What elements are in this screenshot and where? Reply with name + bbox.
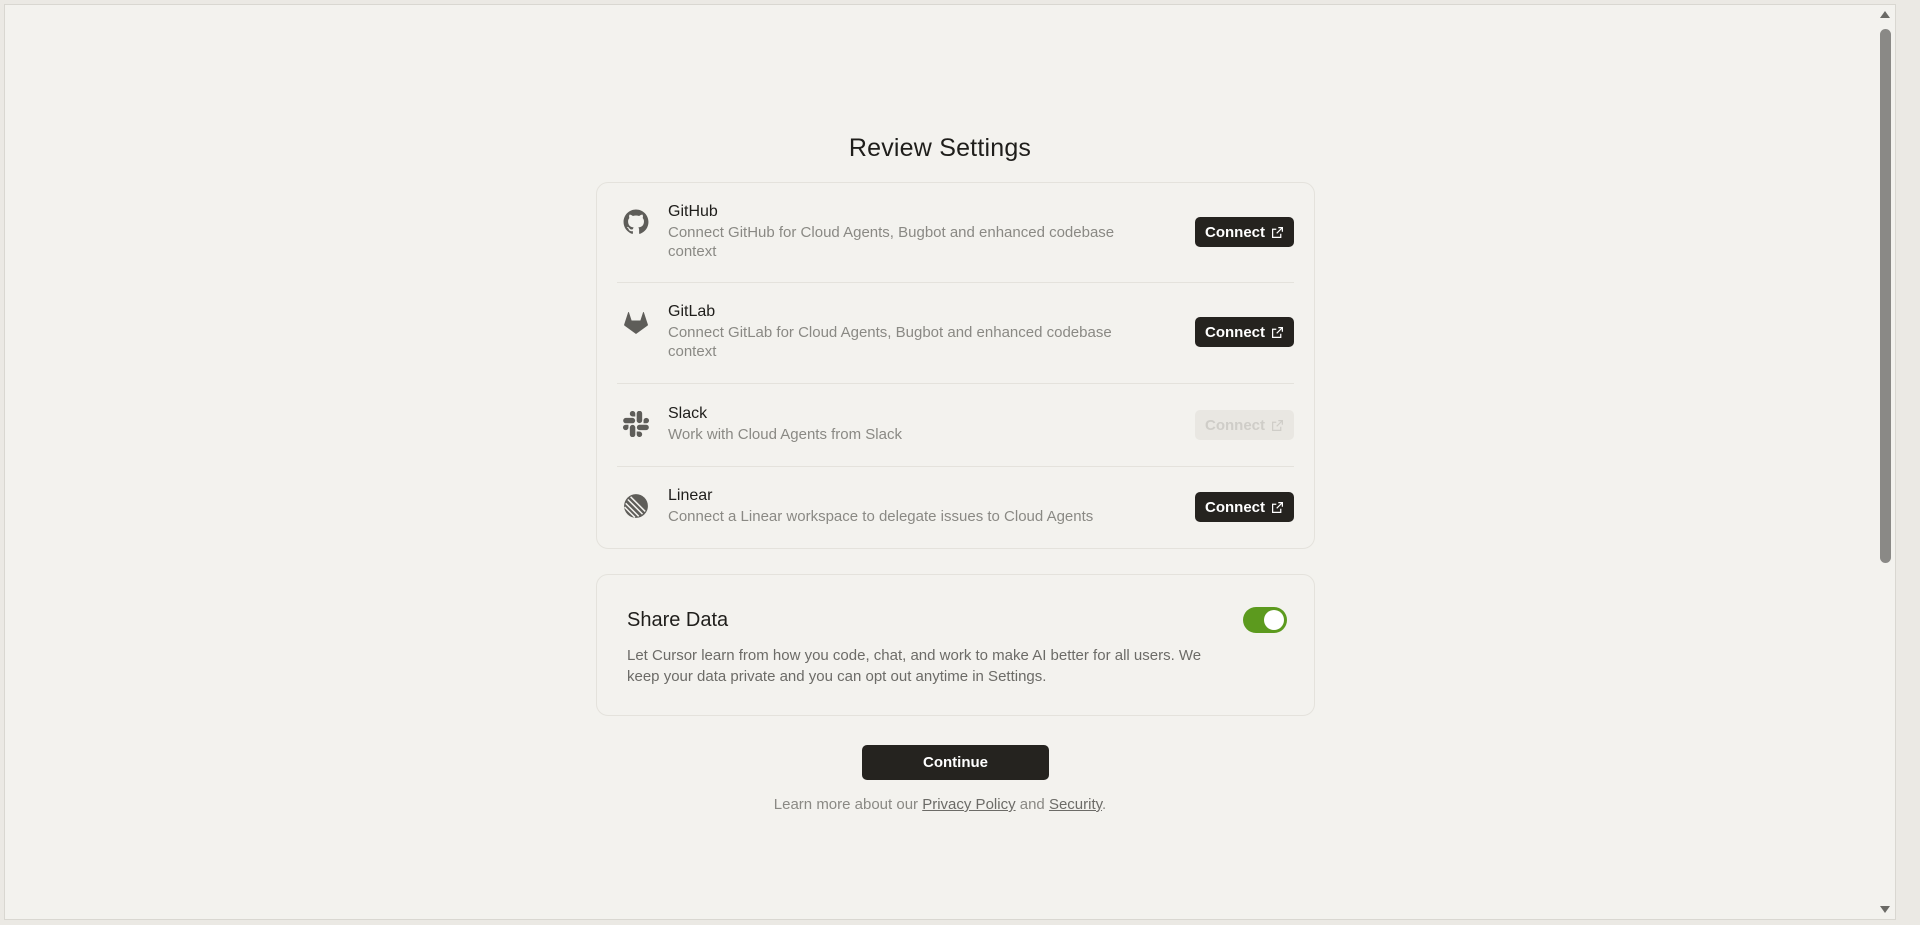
external-link-icon bbox=[1272, 326, 1283, 338]
linear-icon bbox=[623, 493, 649, 519]
integration-row-github: GitHub Connect GitHub for Cloud Agents, … bbox=[617, 183, 1294, 283]
app-window: Review Settings GitHub Connect GitHub fo… bbox=[4, 4, 1896, 920]
share-data-toggle[interactable] bbox=[1243, 607, 1287, 633]
share-data-description: Let Cursor learn from how you code, chat… bbox=[627, 647, 1202, 685]
integration-description: Work with Cloud Agents from Slack bbox=[668, 426, 902, 443]
github-icon bbox=[623, 209, 649, 235]
connect-label: Connect bbox=[1205, 498, 1265, 516]
integration-name: Slack bbox=[668, 405, 708, 422]
privacy-policy-link[interactable]: Privacy Policy bbox=[922, 796, 1015, 813]
external-link-icon bbox=[1272, 501, 1283, 513]
slack-connect-button[interactable]: Connect bbox=[1195, 410, 1294, 440]
external-link-icon bbox=[1272, 419, 1283, 431]
connect-label: Connect bbox=[1205, 223, 1265, 241]
external-link-icon bbox=[1272, 226, 1283, 238]
integration-description: Connect GitLab for Cloud Agents, Bugbot … bbox=[668, 324, 1112, 360]
integration-name: GitLab bbox=[668, 303, 716, 320]
integration-row-slack: Slack Work with Cloud Agents from Slack … bbox=[617, 383, 1294, 467]
toggle-knob bbox=[1264, 610, 1284, 630]
integration-name: GitHub bbox=[668, 203, 718, 220]
gitlab-connect-button[interactable]: Connect bbox=[1195, 317, 1294, 347]
page-title: Review Settings bbox=[848, 133, 1032, 162]
share-data-title: Share Data bbox=[627, 609, 729, 631]
scroll-thumb[interactable] bbox=[1880, 29, 1891, 563]
security-link[interactable]: Security bbox=[1049, 796, 1102, 813]
integration-description: Connect GitHub for Cloud Agents, Bugbot … bbox=[668, 224, 1115, 260]
integration-row-linear: Linear Connect a Linear workspace to del… bbox=[617, 466, 1294, 549]
continue-button[interactable]: Continue bbox=[862, 745, 1049, 780]
slack-icon bbox=[623, 411, 649, 437]
footer-suffix: . bbox=[1102, 796, 1107, 813]
scroll-down-arrow-icon[interactable] bbox=[1880, 906, 1890, 913]
footer-middle: and bbox=[1019, 796, 1045, 813]
share-data-card: Share Data Let Cursor learn from how you… bbox=[596, 574, 1315, 716]
footer-note: Learn more about our Privacy Policy and … bbox=[5, 796, 1875, 813]
integration-description: Connect a Linear workspace to delegate i… bbox=[668, 508, 1094, 525]
connect-label: Connect bbox=[1205, 416, 1265, 434]
github-connect-button[interactable]: Connect bbox=[1195, 217, 1294, 247]
integrations-card: GitHub Connect GitHub for Cloud Agents, … bbox=[596, 182, 1315, 549]
linear-connect-button[interactable]: Connect bbox=[1195, 492, 1294, 522]
connect-label: Connect bbox=[1205, 323, 1265, 341]
footer-prefix: Learn more about our bbox=[773, 796, 919, 813]
gitlab-icon bbox=[623, 310, 649, 336]
integration-row-gitlab: GitLab Connect GitLab for Cloud Agents, … bbox=[617, 282, 1294, 384]
scroll-up-arrow-icon[interactable] bbox=[1880, 11, 1890, 18]
vertical-scrollbar[interactable] bbox=[1875, 5, 1895, 919]
integration-name: Linear bbox=[668, 487, 713, 504]
